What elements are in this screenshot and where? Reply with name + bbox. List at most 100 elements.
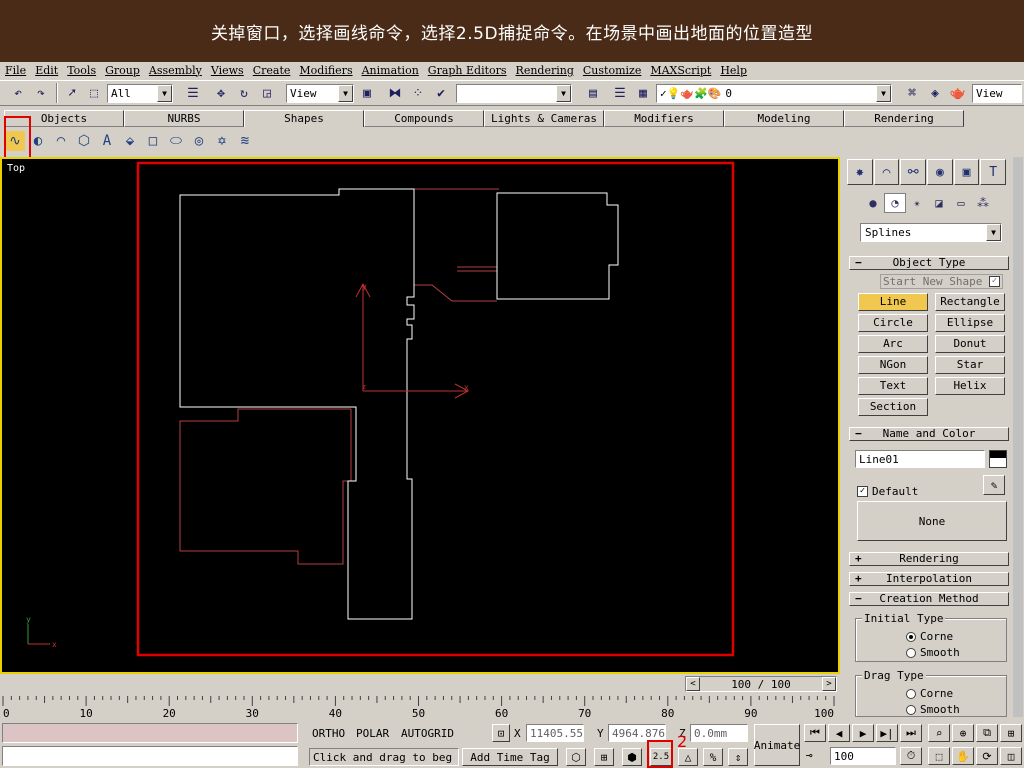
top-viewport[interactable]: Top y x z y x: [0, 157, 840, 674]
donut-shape-icon[interactable]: ◎: [189, 131, 209, 151]
render-scene-icon[interactable]: 🫖: [948, 83, 968, 103]
menu-graph-editors[interactable]: Graph Editors: [428, 64, 507, 77]
interpolation-rollout[interactable]: + Interpolation: [849, 572, 1009, 586]
tab-lights-cameras[interactable]: Lights & Cameras: [484, 110, 604, 127]
menu-assembly[interactable]: Assembly: [149, 64, 202, 77]
object-type-rollout[interactable]: − Object Type: [849, 256, 1009, 270]
zoom-extents-all-icon[interactable]: ⊞: [1000, 724, 1022, 742]
ortho-toggle[interactable]: ORTHO: [312, 727, 345, 740]
object-name-field[interactable]: Line01: [855, 450, 985, 468]
menu-rendering[interactable]: Rendering: [516, 64, 574, 77]
spinner-snap-icon[interactable]: ⇕: [728, 748, 748, 766]
redo-icon[interactable]: ↷: [31, 83, 51, 103]
initial-corner-radio[interactable]: Corne: [906, 630, 953, 643]
z-coordinate-field[interactable]: 0.0mm: [690, 724, 748, 742]
absolute-mode-icon[interactable]: ⊡: [492, 724, 510, 742]
select-by-name-icon[interactable]: ☰: [183, 83, 203, 103]
line-button[interactable]: Line: [858, 293, 928, 311]
start-new-shape-toggle[interactable]: Start New Shape ✓: [880, 274, 1003, 289]
menu-group[interactable]: Group: [105, 64, 140, 77]
create-tab-icon[interactable]: ✸: [847, 159, 873, 185]
text-button[interactable]: Text: [858, 377, 928, 395]
go-to-start-icon[interactable]: ⏮: [804, 724, 826, 742]
material-button[interactable]: None: [857, 501, 1007, 541]
menu-maxscript[interactable]: MAXScript: [650, 64, 711, 77]
display-tab-icon[interactable]: ▣: [953, 159, 980, 185]
material-editor-icon[interactable]: ◈: [925, 83, 945, 103]
scale-icon[interactable]: ◲: [257, 83, 277, 103]
menu-tools[interactable]: Tools: [67, 64, 96, 77]
maxscript-input-field[interactable]: [2, 746, 298, 766]
ngon-shape-icon[interactable]: ⬡: [74, 131, 94, 151]
menu-animation[interactable]: Animation: [362, 64, 419, 77]
section-shape-icon[interactable]: ⬙: [120, 131, 140, 151]
text-shape-icon[interactable]: A: [97, 131, 117, 151]
layer-props-icon[interactable]: ▦: [633, 83, 653, 103]
layer-dropdown[interactable]: ✓💡🫖🧩🎨 0 ▼: [656, 84, 892, 103]
mirror-icon[interactable]: ⧓: [385, 83, 405, 103]
go-to-end-icon[interactable]: ⏭: [900, 724, 922, 742]
tab-nurbs[interactable]: NURBS: [124, 110, 244, 127]
default-checkbox[interactable]: ✓: [857, 486, 868, 497]
rendering-rollout[interactable]: + Rendering: [849, 552, 1009, 566]
add-time-tag-button[interactable]: Add Time Tag: [462, 748, 558, 766]
autogrid-toggle[interactable]: AUTOGRID: [401, 727, 454, 740]
helix-shape-icon[interactable]: ≋: [235, 131, 255, 151]
schematic-view-icon[interactable]: ⌘: [902, 83, 922, 103]
creation-method-rollout[interactable]: − Creation Method: [849, 592, 1009, 606]
x-coordinate-field[interactable]: 11405.55: [526, 724, 584, 742]
current-frame-field[interactable]: 100: [830, 747, 896, 765]
star-shape-icon[interactable]: ✡: [212, 131, 232, 151]
tab-compounds[interactable]: Compounds: [364, 110, 484, 127]
select-arrow-icon[interactable]: ➚: [62, 83, 82, 103]
tab-modifiers[interactable]: Modifiers: [604, 110, 724, 127]
key-mode-icon[interactable]: ⊸: [806, 749, 813, 762]
lights-icon[interactable]: ✴: [906, 193, 928, 213]
degradation-icon[interactable]: ⬢: [622, 748, 642, 766]
pan-icon[interactable]: ✋: [952, 747, 974, 765]
menu-create[interactable]: Create: [253, 64, 291, 77]
transform-gizmo[interactable]: [355, 282, 470, 399]
space-warps-icon[interactable]: ⁂: [972, 193, 994, 213]
layer-manager-icon[interactable]: ▤: [583, 83, 603, 103]
section-button[interactable]: Section: [858, 398, 928, 416]
angle-snap-icon[interactable]: △: [678, 748, 698, 766]
track-ruler[interactable]: 0 10 20 30 40 50 60 70 80 90 100: [0, 696, 840, 720]
default-checkbox-row[interactable]: ✓ Default: [857, 485, 918, 498]
drag-corner-radio[interactable]: Corne: [906, 687, 953, 700]
chevron-right-icon[interactable]: >: [822, 677, 836, 691]
cameras-icon[interactable]: ◪: [928, 193, 950, 213]
arc-rotate-icon[interactable]: ⟳: [976, 747, 998, 765]
motion-tab-icon[interactable]: ◉: [927, 159, 953, 185]
maxscript-listener-field[interactable]: [2, 723, 298, 743]
move-icon[interactable]: ✥: [211, 83, 231, 103]
arc-shape-icon[interactable]: ◠: [51, 131, 71, 151]
play-icon[interactable]: ▶: [852, 724, 874, 742]
ellipse-button[interactable]: Ellipse: [935, 314, 1005, 332]
chevron-left-icon[interactable]: <: [686, 677, 700, 691]
tab-shapes[interactable]: Shapes: [244, 110, 364, 127]
tab-rendering[interactable]: Rendering: [844, 110, 964, 127]
category-dropdown[interactable]: Splines ▼: [860, 223, 1002, 242]
maximize-viewport-icon[interactable]: ◫: [1000, 747, 1022, 765]
eyedropper-icon[interactable]: ✎: [983, 475, 1005, 495]
tab-modeling[interactable]: Modeling: [724, 110, 844, 127]
named-selection-dropdown[interactable]: ▼: [456, 84, 572, 103]
ellipse-shape-icon[interactable]: ⬭: [166, 131, 186, 151]
helix-button[interactable]: Helix: [935, 377, 1005, 395]
command-panel-scrollbar[interactable]: [1013, 157, 1023, 717]
menu-help[interactable]: Help: [720, 64, 747, 77]
menu-views[interactable]: Views: [211, 64, 244, 77]
animate-button[interactable]: Animate: [754, 724, 800, 766]
circle-button[interactable]: Circle: [858, 314, 928, 332]
layers-icon[interactable]: ☰: [610, 83, 630, 103]
helpers-icon[interactable]: ▭: [950, 193, 972, 213]
region-select-icon[interactable]: ⬚: [84, 83, 104, 103]
crossing-select-icon[interactable]: ⊞: [594, 748, 614, 766]
rectangle-button[interactable]: Rectangle: [935, 293, 1005, 311]
hierarchy-tab-icon[interactable]: ⚯: [900, 159, 927, 185]
time-config-icon[interactable]: ⏱: [900, 747, 922, 765]
shapes-icon[interactable]: ◔: [884, 193, 906, 213]
star-button[interactable]: Star: [935, 356, 1005, 374]
circle-shape-icon[interactable]: ◐: [28, 131, 48, 151]
